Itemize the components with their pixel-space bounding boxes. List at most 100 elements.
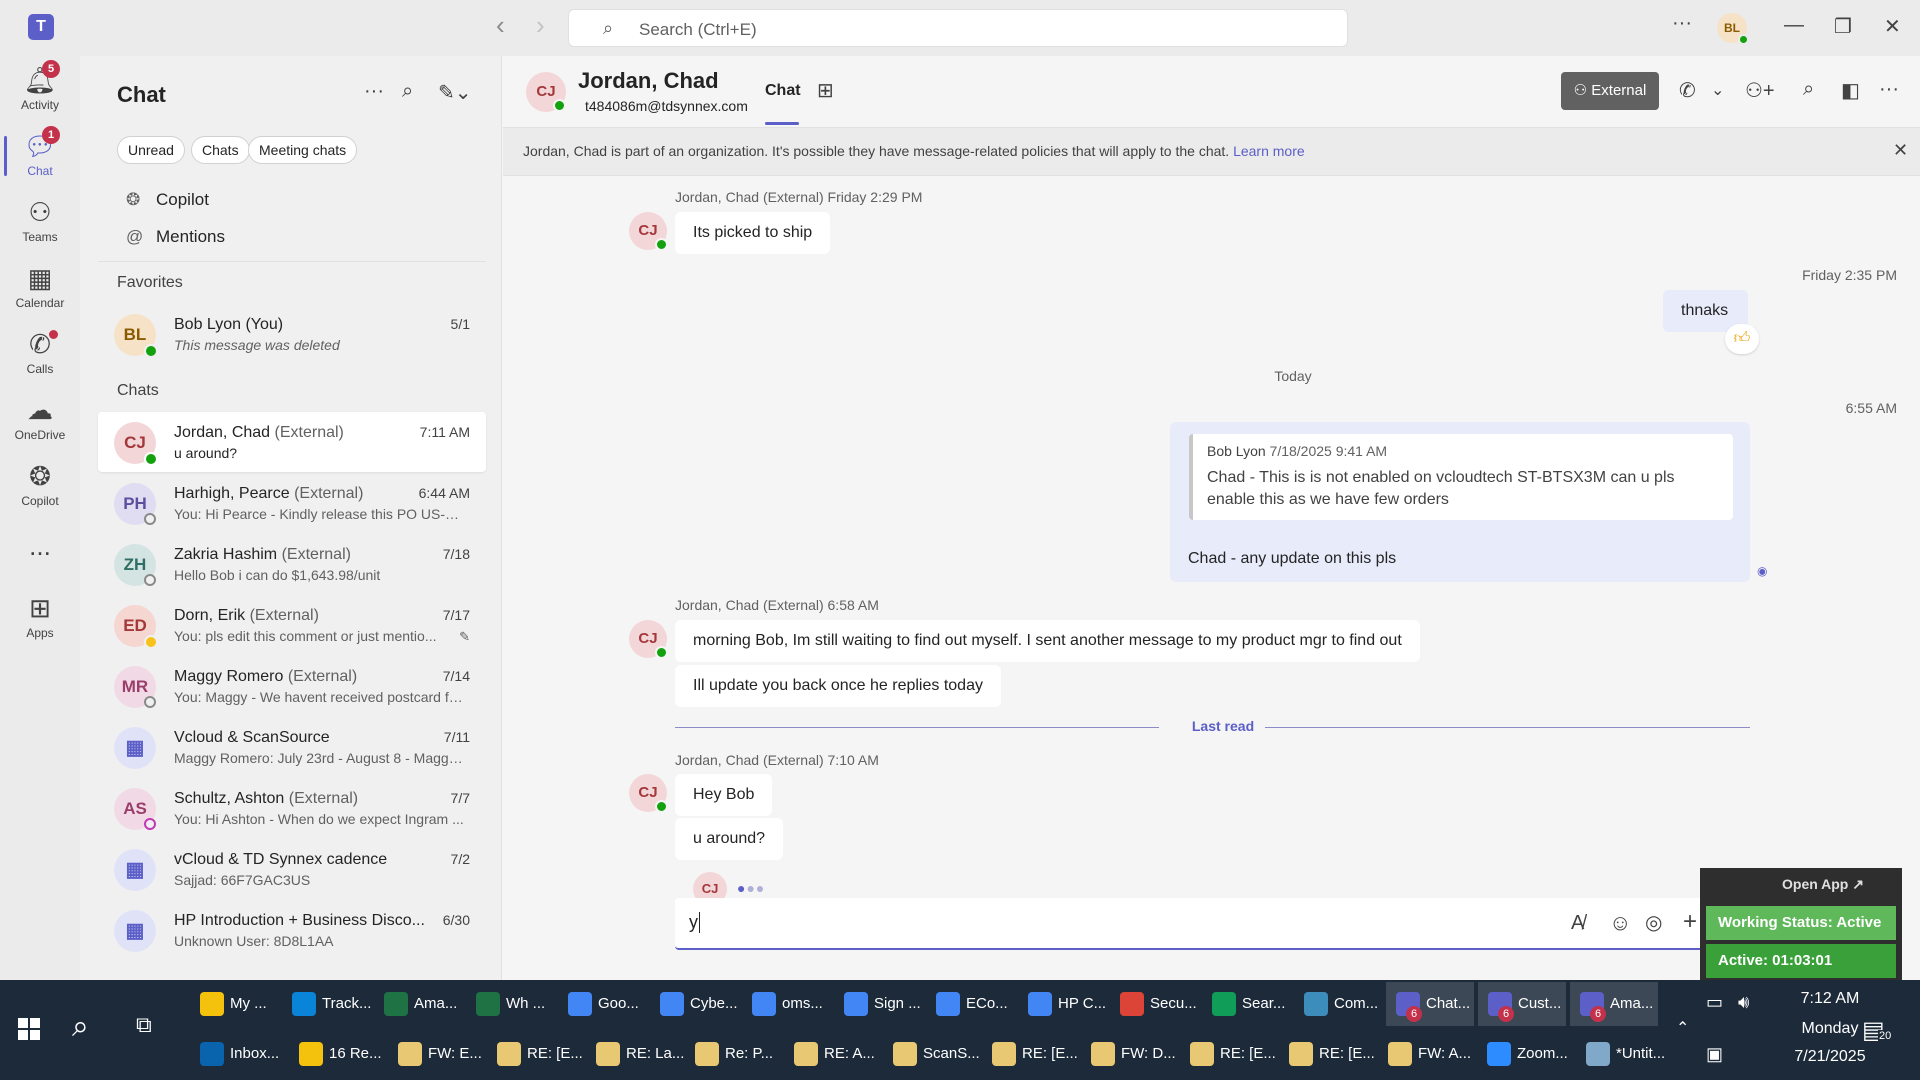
rail-chat[interactable]: 💬︎ 1 Chat — [0, 126, 80, 178]
open-side-panel-icon[interactable]: ◧ — [1841, 78, 1860, 103]
chat-list-item[interactable]: ▦ HP Introduction + Business Disco... Un… — [98, 900, 486, 960]
search-icon[interactable]: ⌕ — [402, 80, 413, 103]
rail-teams[interactable]: ⚇ Teams — [0, 196, 80, 244]
message-bubble[interactable]: Ill update you back once he replies toda… — [675, 665, 1001, 707]
format-icon[interactable]: A̸ — [1571, 912, 1584, 935]
restore-icon[interactable]: ❐ — [1834, 14, 1852, 39]
add-people-icon[interactable]: ⚇+ — [1745, 78, 1775, 103]
taskbar-app-button[interactable]: Inbox... — [190, 1032, 285, 1076]
taskbar-app-button[interactable]: FW: A... — [1378, 1032, 1473, 1076]
taskbar-app-button[interactable]: oms... — [742, 982, 830, 1026]
sidebar-item-mentions[interactable]: @ Mentions — [126, 227, 225, 247]
working-status-badge[interactable]: Working Status: Active — [1706, 906, 1896, 940]
message-bubble[interactable]: morning Bob, Im still waiting to find ou… — [675, 620, 1420, 662]
volume-icon[interactable]: 🔊︎ — [1738, 992, 1749, 1013]
taskbar-app-button[interactable]: Cybe... — [650, 982, 738, 1026]
rail-copilot[interactable]: ❂ Copilot — [0, 460, 80, 508]
rail-apps[interactable]: ⊞ Apps — [0, 592, 80, 640]
minimize-icon[interactable]: — — [1784, 14, 1804, 37]
forward-arrow-icon[interactable]: › — [536, 10, 545, 41]
tab-chat[interactable]: Chat — [765, 82, 801, 100]
taskbar-app-button[interactable]: RE: La... — [586, 1032, 684, 1076]
taskbar-app-button[interactable]: Goo... — [558, 982, 646, 1026]
taskbar-app-button[interactable]: ECo... — [926, 982, 1014, 1026]
back-arrow-icon[interactable]: ‹ — [496, 10, 505, 41]
taskbar-app-button[interactable]: Ama... 6 — [1570, 982, 1658, 1026]
taskbar-app-button[interactable]: My ... — [190, 982, 278, 1026]
taskbar-app-button[interactable]: Chat... 6 — [1386, 982, 1474, 1026]
taskbar-app-button[interactable]: ScanS... — [883, 1032, 980, 1076]
thumbs-up-reaction-icon[interactable]: 👍︎ — [1725, 324, 1759, 354]
learn-more-link[interactable]: Learn more — [1233, 143, 1305, 159]
chat-list-item[interactable]: MR Maggy Romero (External) You: Maggy - … — [98, 656, 486, 716]
taskbar-app-button[interactable]: Sear... — [1202, 982, 1290, 1026]
notifications-icon[interactable]: ▤ 20 — [1862, 1016, 1893, 1045]
taskbar-app-button[interactable]: Track... — [282, 982, 371, 1026]
add-tab-icon[interactable]: ⊞ — [817, 78, 834, 103]
taskbar-app-button[interactable]: FW: E... — [388, 1032, 483, 1076]
windows-start-icon[interactable] — [18, 1018, 40, 1040]
taskbar-app-button[interactable]: Sign ... — [834, 982, 922, 1026]
taskbar-app-button[interactable]: *Untit... — [1576, 1032, 1671, 1076]
filter-meeting-chats[interactable]: Meeting chats — [248, 136, 358, 164]
taskbar-app-button[interactable]: Secu... — [1110, 982, 1198, 1026]
taskbar-app-button[interactable]: RE: [E... — [1279, 1032, 1375, 1076]
close-icon[interactable]: ✕ — [1893, 140, 1908, 161]
close-window-icon[interactable]: ✕ — [1884, 14, 1901, 39]
chat-list-item[interactable]: ▦ Vcloud & ScanSource Maggy Romero: July… — [98, 717, 486, 777]
emoji-icon[interactable]: ☺ — [1609, 910, 1631, 936]
taskbar-app-button[interactable]: RE: [E... — [487, 1032, 583, 1076]
chevron-down-icon[interactable]: ⌄ — [1711, 80, 1724, 100]
chat-list-item[interactable]: ▦ vCloud & TD Synnex cadence Sajjad: 66F… — [98, 839, 486, 899]
chat-list-item[interactable]: AS Schultz, Ashton (External) You: Hi As… — [98, 778, 486, 838]
chat-list-item[interactable]: PH Harhigh, Pearce (External) You: Hi Pe… — [98, 473, 486, 533]
rail-onedrive[interactable]: ☁︎ OneDrive — [0, 394, 80, 442]
clock-time[interactable]: 7:12 AM — [1780, 990, 1880, 1008]
compose-box[interactable]: y A̸ ☺ ◎ + — [675, 898, 1743, 950]
loop-icon[interactable]: ◎ — [1645, 910, 1662, 935]
search-icon[interactable]: ⌕ — [1803, 78, 1814, 101]
taskbar-app-button[interactable]: Com... — [1294, 982, 1382, 1026]
add-attachment-icon[interactable]: + — [1683, 908, 1697, 936]
open-app-button[interactable]: Open App ↗ — [1782, 876, 1864, 893]
user-avatar[interactable]: BL — [1717, 13, 1749, 45]
quoted-message[interactable]: Bob Lyon 7/18/2025 9:41 AM Chad - This i… — [1189, 434, 1733, 520]
taskbar-app-button[interactable]: Re: P... — [685, 1032, 780, 1076]
taskbar-app-button[interactable]: Wh ... — [466, 982, 554, 1026]
external-button[interactable]: ⚇ External — [1561, 72, 1659, 110]
message-bubble[interactable]: u around? — [675, 818, 784, 860]
task-view-icon[interactable]: ⧉ — [136, 1012, 152, 1038]
message-bubble[interactable]: Hey Bob — [675, 774, 773, 816]
tray-chevron-icon[interactable]: ⌃ — [1676, 1018, 1689, 1038]
taskbar-app-button[interactable]: Cust... 6 — [1478, 982, 1566, 1026]
taskbar-app-button[interactable]: FW: D... — [1081, 1032, 1176, 1076]
taskbar-app-button[interactable]: RE: [E... — [982, 1032, 1078, 1076]
taskbar-app-button[interactable]: 16 Re... — [289, 1032, 384, 1076]
chat-list-item[interactable]: ED Dorn, Erik (External) You: pls edit t… — [98, 595, 486, 655]
filter-unread[interactable]: Unread — [117, 136, 185, 164]
taskbar-app-button[interactable]: HP C... — [1018, 982, 1106, 1026]
call-icon[interactable]: ✆ — [1679, 78, 1696, 103]
favorite-chat-item[interactable]: BL Bob Lyon (You) This message was delet… — [98, 304, 486, 364]
search-icon[interactable]: ⌕ — [72, 1010, 89, 1044]
contact-avatar[interactable]: CJ — [526, 72, 566, 112]
rail-more[interactable]: ... — [0, 530, 80, 562]
rail-activity[interactable]: 🔔︎ 5 Activity — [0, 60, 80, 112]
more-options-icon[interactable]: ··· — [1672, 12, 1692, 35]
taskbar-app-button[interactable]: Zoom... — [1477, 1032, 1572, 1076]
search-input[interactable]: ⌕ Search (Ctrl+E) — [568, 9, 1348, 47]
chat-list-item[interactable]: ZH Zakria Hashim (External) Hello Bob i … — [98, 534, 486, 594]
compose-input[interactable]: y — [689, 912, 700, 933]
chat-list-item[interactable]: CJ Jordan, Chad (External) u around? 7:1… — [98, 412, 486, 472]
taskbar-app-button[interactable]: RE: A... — [784, 1032, 879, 1076]
taskbar-app-button[interactable]: RE: [E... — [1180, 1032, 1276, 1076]
rail-calls[interactable]: ✆ Calls — [0, 328, 80, 376]
new-chat-icon[interactable]: ✎⌄ — [438, 80, 472, 105]
battery-icon[interactable]: ▭ — [1706, 992, 1723, 1013]
sidebar-item-copilot[interactable]: ❂ Copilot — [126, 190, 209, 210]
filter-chats[interactable]: Chats — [191, 136, 250, 164]
more-options-icon[interactable]: ··· — [364, 80, 384, 103]
rail-calendar[interactable]: ▦ Calendar — [0, 262, 80, 310]
taskbar-app-button[interactable]: Ama... — [374, 982, 462, 1026]
message-bubble[interactable]: Its picked to ship — [675, 212, 831, 254]
